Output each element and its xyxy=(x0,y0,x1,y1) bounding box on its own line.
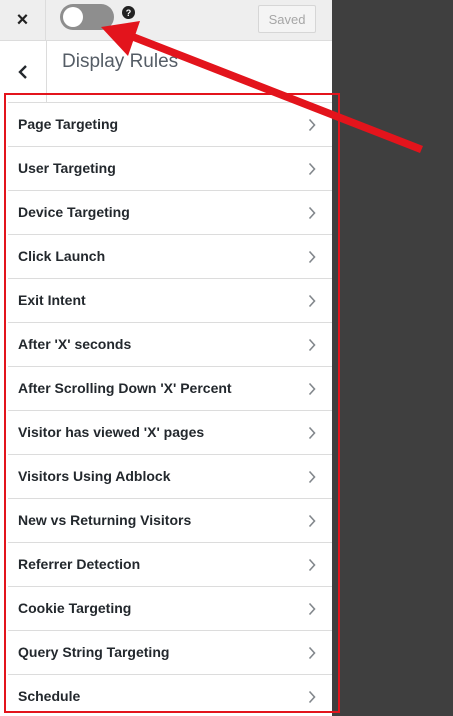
rule-item[interactable]: Exit Intent xyxy=(8,279,332,323)
rule-item-label: After Scrolling Down 'X' Percent xyxy=(18,380,232,396)
rule-item-label: Query String Targeting xyxy=(18,644,170,660)
chevron-right-icon xyxy=(308,338,316,352)
back-button[interactable] xyxy=(0,41,47,103)
chevron-right-icon xyxy=(308,250,316,264)
chevron-right-icon xyxy=(308,470,316,484)
rule-item-label: Cookie Targeting xyxy=(18,600,132,616)
chevron-left-icon xyxy=(18,65,27,79)
display-rules-list: Page Targeting User Targeting Device Targe… xyxy=(8,102,332,716)
chevron-right-icon xyxy=(308,602,316,616)
chevron-right-icon xyxy=(308,426,316,440)
rule-item[interactable]: Schedule xyxy=(8,675,332,716)
chevron-right-icon xyxy=(308,382,316,396)
help-icon[interactable]: ? xyxy=(122,6,135,19)
chevron-right-icon xyxy=(308,118,316,132)
panel-header: × ? Saved xyxy=(0,0,332,41)
customizer-panel: × ? Saved Display Rules Page Targeting Us… xyxy=(0,0,332,716)
rule-item-label: New vs Returning Visitors xyxy=(18,512,192,528)
chevron-right-icon xyxy=(308,690,316,704)
rule-item[interactable]: New vs Returning Visitors xyxy=(8,499,332,543)
chevron-right-icon xyxy=(308,514,316,528)
section-header: Display Rules xyxy=(0,41,332,103)
rule-item-label: Visitor has viewed 'X' pages xyxy=(18,424,205,440)
rule-item-label: Device Targeting xyxy=(18,204,130,220)
saved-button[interactable]: Saved xyxy=(258,5,316,33)
rule-item[interactable]: Cookie Targeting xyxy=(8,587,332,631)
chevron-right-icon xyxy=(308,162,316,176)
rule-item-label: Exit Intent xyxy=(18,292,86,308)
rule-item[interactable]: Page Targeting xyxy=(8,103,332,147)
chevron-right-icon xyxy=(308,646,316,660)
section-title: Display Rules xyxy=(62,51,179,72)
rule-item[interactable]: Referrer Detection xyxy=(8,543,332,587)
chevron-right-icon xyxy=(308,558,316,572)
rule-item[interactable]: Visitors Using Adblock xyxy=(8,455,332,499)
toggle-knob xyxy=(63,7,83,27)
rule-item[interactable]: Visitor has viewed 'X' pages xyxy=(8,411,332,455)
chevron-right-icon xyxy=(308,206,316,220)
rule-item-label: Visitors Using Adblock xyxy=(18,468,171,484)
rule-item[interactable]: Query String Targeting xyxy=(8,631,332,675)
rule-item-label: Page Targeting xyxy=(18,116,119,132)
rule-item[interactable]: Device Targeting xyxy=(8,191,332,235)
rule-item-label: User Targeting xyxy=(18,160,116,176)
chevron-right-icon xyxy=(308,294,316,308)
rule-item-label: Referrer Detection xyxy=(18,556,141,572)
close-button[interactable]: × xyxy=(0,0,46,40)
rule-item[interactable]: User Targeting xyxy=(8,147,332,191)
rule-item-label: After 'X' seconds xyxy=(18,336,132,352)
enable-toggle[interactable] xyxy=(60,4,114,30)
rule-item[interactable]: After Scrolling Down 'X' Percent xyxy=(8,367,332,411)
rule-item-label: Schedule xyxy=(18,688,81,704)
rule-item-label: Click Launch xyxy=(18,248,106,264)
close-icon: × xyxy=(16,8,29,31)
rule-item[interactable]: Click Launch xyxy=(8,235,332,279)
rule-item[interactable]: After 'X' seconds xyxy=(8,323,332,367)
